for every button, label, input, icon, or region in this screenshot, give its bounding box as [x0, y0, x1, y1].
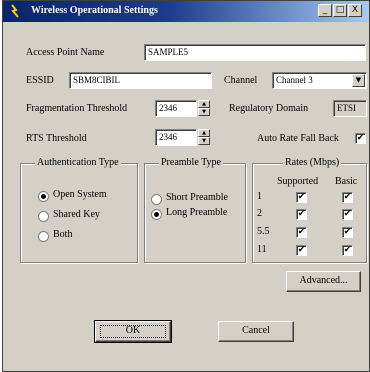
wireless-settings-window: Wireless Operational Settings _ □ X Acce…	[2, 0, 370, 372]
channel-value: Channel 3	[276, 75, 313, 85]
preamble-title: Preamble Type	[159, 157, 223, 168]
rate-label: 5.5	[257, 226, 270, 237]
essid-label: ESSID	[26, 75, 54, 86]
rate-2-supported-checkbox[interactable]: ✔	[296, 209, 307, 220]
ap-name-input[interactable]: SAMPLE5	[144, 44, 366, 61]
short-preamble-label: Short Preamble	[166, 192, 228, 203]
rate-label: 2	[257, 208, 262, 219]
fragmentation-label: Fragmentation Threshold	[26, 103, 128, 114]
spin-up-icon[interactable]: ▲	[198, 100, 210, 108]
rate-11-basic-checkbox[interactable]: ✔	[342, 245, 353, 256]
fragmentation-input[interactable]: 2346	[155, 100, 197, 117]
radio-shared-key[interactable]	[38, 211, 49, 222]
essid-input[interactable]: SBM8CIBIL	[69, 72, 212, 89]
rts-input[interactable]: 2346	[155, 129, 197, 146]
open-system-label: Open System	[53, 189, 107, 200]
spin-down-icon[interactable]: ▼	[198, 137, 210, 145]
focus-rect	[100, 325, 166, 338]
regulatory-label: Regulatory Domain	[229, 103, 309, 114]
regulatory-value: ETSI	[333, 100, 367, 117]
close-button[interactable]: X	[348, 4, 362, 17]
auto-rate-checkbox[interactable]: ✔	[355, 133, 366, 144]
radio-both[interactable]	[38, 231, 49, 242]
rate-5-5-supported-checkbox[interactable]: ✔	[296, 227, 307, 238]
channel-select[interactable]: Channel 3 ▼	[272, 72, 367, 89]
authentication-group: Authentication Type Open System Shared K…	[20, 157, 138, 263]
rate-1-supported-checkbox[interactable]: ✔	[296, 192, 307, 203]
authentication-title: Authentication Type	[35, 157, 121, 168]
rate-1-basic-checkbox[interactable]: ✔	[342, 192, 353, 203]
rate-11-supported-checkbox[interactable]: ✔	[296, 245, 307, 256]
rate-label: 11	[257, 244, 267, 255]
radio-short-preamble[interactable]	[151, 194, 162, 205]
channel-label: Channel	[224, 75, 258, 86]
rates-group: Rates (Mbps) Supported Basic 1 ✔ ✔ 2 ✔ ✔…	[252, 157, 367, 263]
fragmentation-spinner[interactable]: ▲ ▼	[198, 100, 210, 117]
window-title: Wireless Operational Settings	[31, 5, 158, 16]
rates-title: Rates (Mbps)	[283, 157, 342, 168]
title-bar[interactable]: Wireless Operational Settings _ □ X	[3, 1, 369, 22]
radio-open-system[interactable]	[38, 191, 49, 202]
rate-5-5-basic-checkbox[interactable]: ✔	[342, 227, 353, 238]
shared-key-label: Shared Key	[53, 209, 100, 220]
rate-label: 1	[257, 191, 262, 202]
chevron-down-icon[interactable]: ▼	[352, 74, 365, 87]
advanced-button[interactable]: Advanced...	[286, 271, 361, 292]
basic-column-header: Basic	[335, 176, 358, 187]
app-icon	[11, 4, 19, 18]
radio-long-preamble[interactable]	[151, 209, 162, 220]
supported-column-header: Supported	[277, 176, 319, 187]
long-preamble-label: Long Preamble	[166, 207, 228, 218]
ok-button[interactable]: OK	[94, 320, 172, 343]
rts-label: RTS Threshold	[26, 133, 87, 144]
auto-rate-label: Auto Rate Fall Back	[257, 133, 339, 144]
rts-spinner[interactable]: ▲ ▼	[198, 129, 210, 146]
cancel-button[interactable]: Cancel	[218, 321, 294, 342]
maximize-button[interactable]: □	[333, 4, 347, 17]
ap-name-label: Access Point Name	[26, 47, 105, 58]
preamble-group: Preamble Type Short Preamble Long Preamb…	[144, 157, 246, 263]
spin-down-icon[interactable]: ▼	[198, 108, 210, 116]
spin-up-icon[interactable]: ▲	[198, 129, 210, 137]
minimize-button[interactable]: _	[318, 4, 332, 17]
rate-2-basic-checkbox[interactable]: ✔	[342, 209, 353, 220]
both-label: Both	[53, 229, 73, 240]
